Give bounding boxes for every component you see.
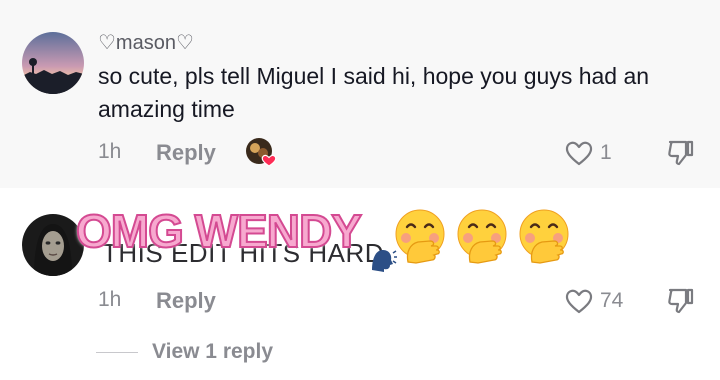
smiling-hand-over-mouth-emoji (457, 209, 507, 264)
liked-by-creator-badge (244, 136, 278, 170)
dislike-button[interactable] (664, 284, 698, 318)
emoji-row (392, 208, 572, 264)
pink-heart-badge-icon (261, 154, 277, 167)
dislike-button[interactable] (664, 136, 698, 170)
avatar-portrait-image (22, 214, 84, 276)
smiling-hand-over-mouth-emoji (395, 209, 445, 264)
comment-item: ♡mason♡ so cute, pls tell Miguel I said … (0, 0, 720, 188)
user-avatar[interactable] (22, 32, 84, 94)
heart-outline-icon (565, 141, 593, 166)
avatar-sunset-image (22, 32, 84, 94)
comment-text: so cute, pls tell Miguel I said hi, hope… (98, 63, 650, 122)
view-replies-label: View 1 reply (152, 340, 274, 363)
like-count: 1 (600, 141, 612, 164)
comment-overlay-text: OMG WENDY (75, 204, 363, 258)
thumbs-down-icon (668, 288, 694, 314)
like-button[interactable]: 74 (564, 286, 623, 316)
smiling-hand-over-mouth-emoji (519, 209, 569, 264)
thumbs-down-icon (668, 140, 694, 166)
comment-item: THIS EDIT HITS HARD OMG WENDY 1h Reply 7… (0, 188, 720, 380)
reply-button[interactable]: Reply (156, 288, 216, 314)
comment-timestamp: 1h (98, 288, 122, 311)
heart-outline-icon (565, 289, 593, 314)
view-replies-button[interactable]: View 1 reply (96, 340, 273, 364)
like-button[interactable]: 1 (564, 138, 612, 168)
comment-username[interactable]: ♡mason♡ (98, 30, 194, 55)
user-avatar[interactable] (22, 214, 84, 276)
comment-timestamp: 1h (98, 140, 122, 163)
reply-button[interactable]: Reply (156, 140, 216, 166)
like-count: 74 (600, 289, 624, 312)
divider-line (96, 351, 138, 353)
